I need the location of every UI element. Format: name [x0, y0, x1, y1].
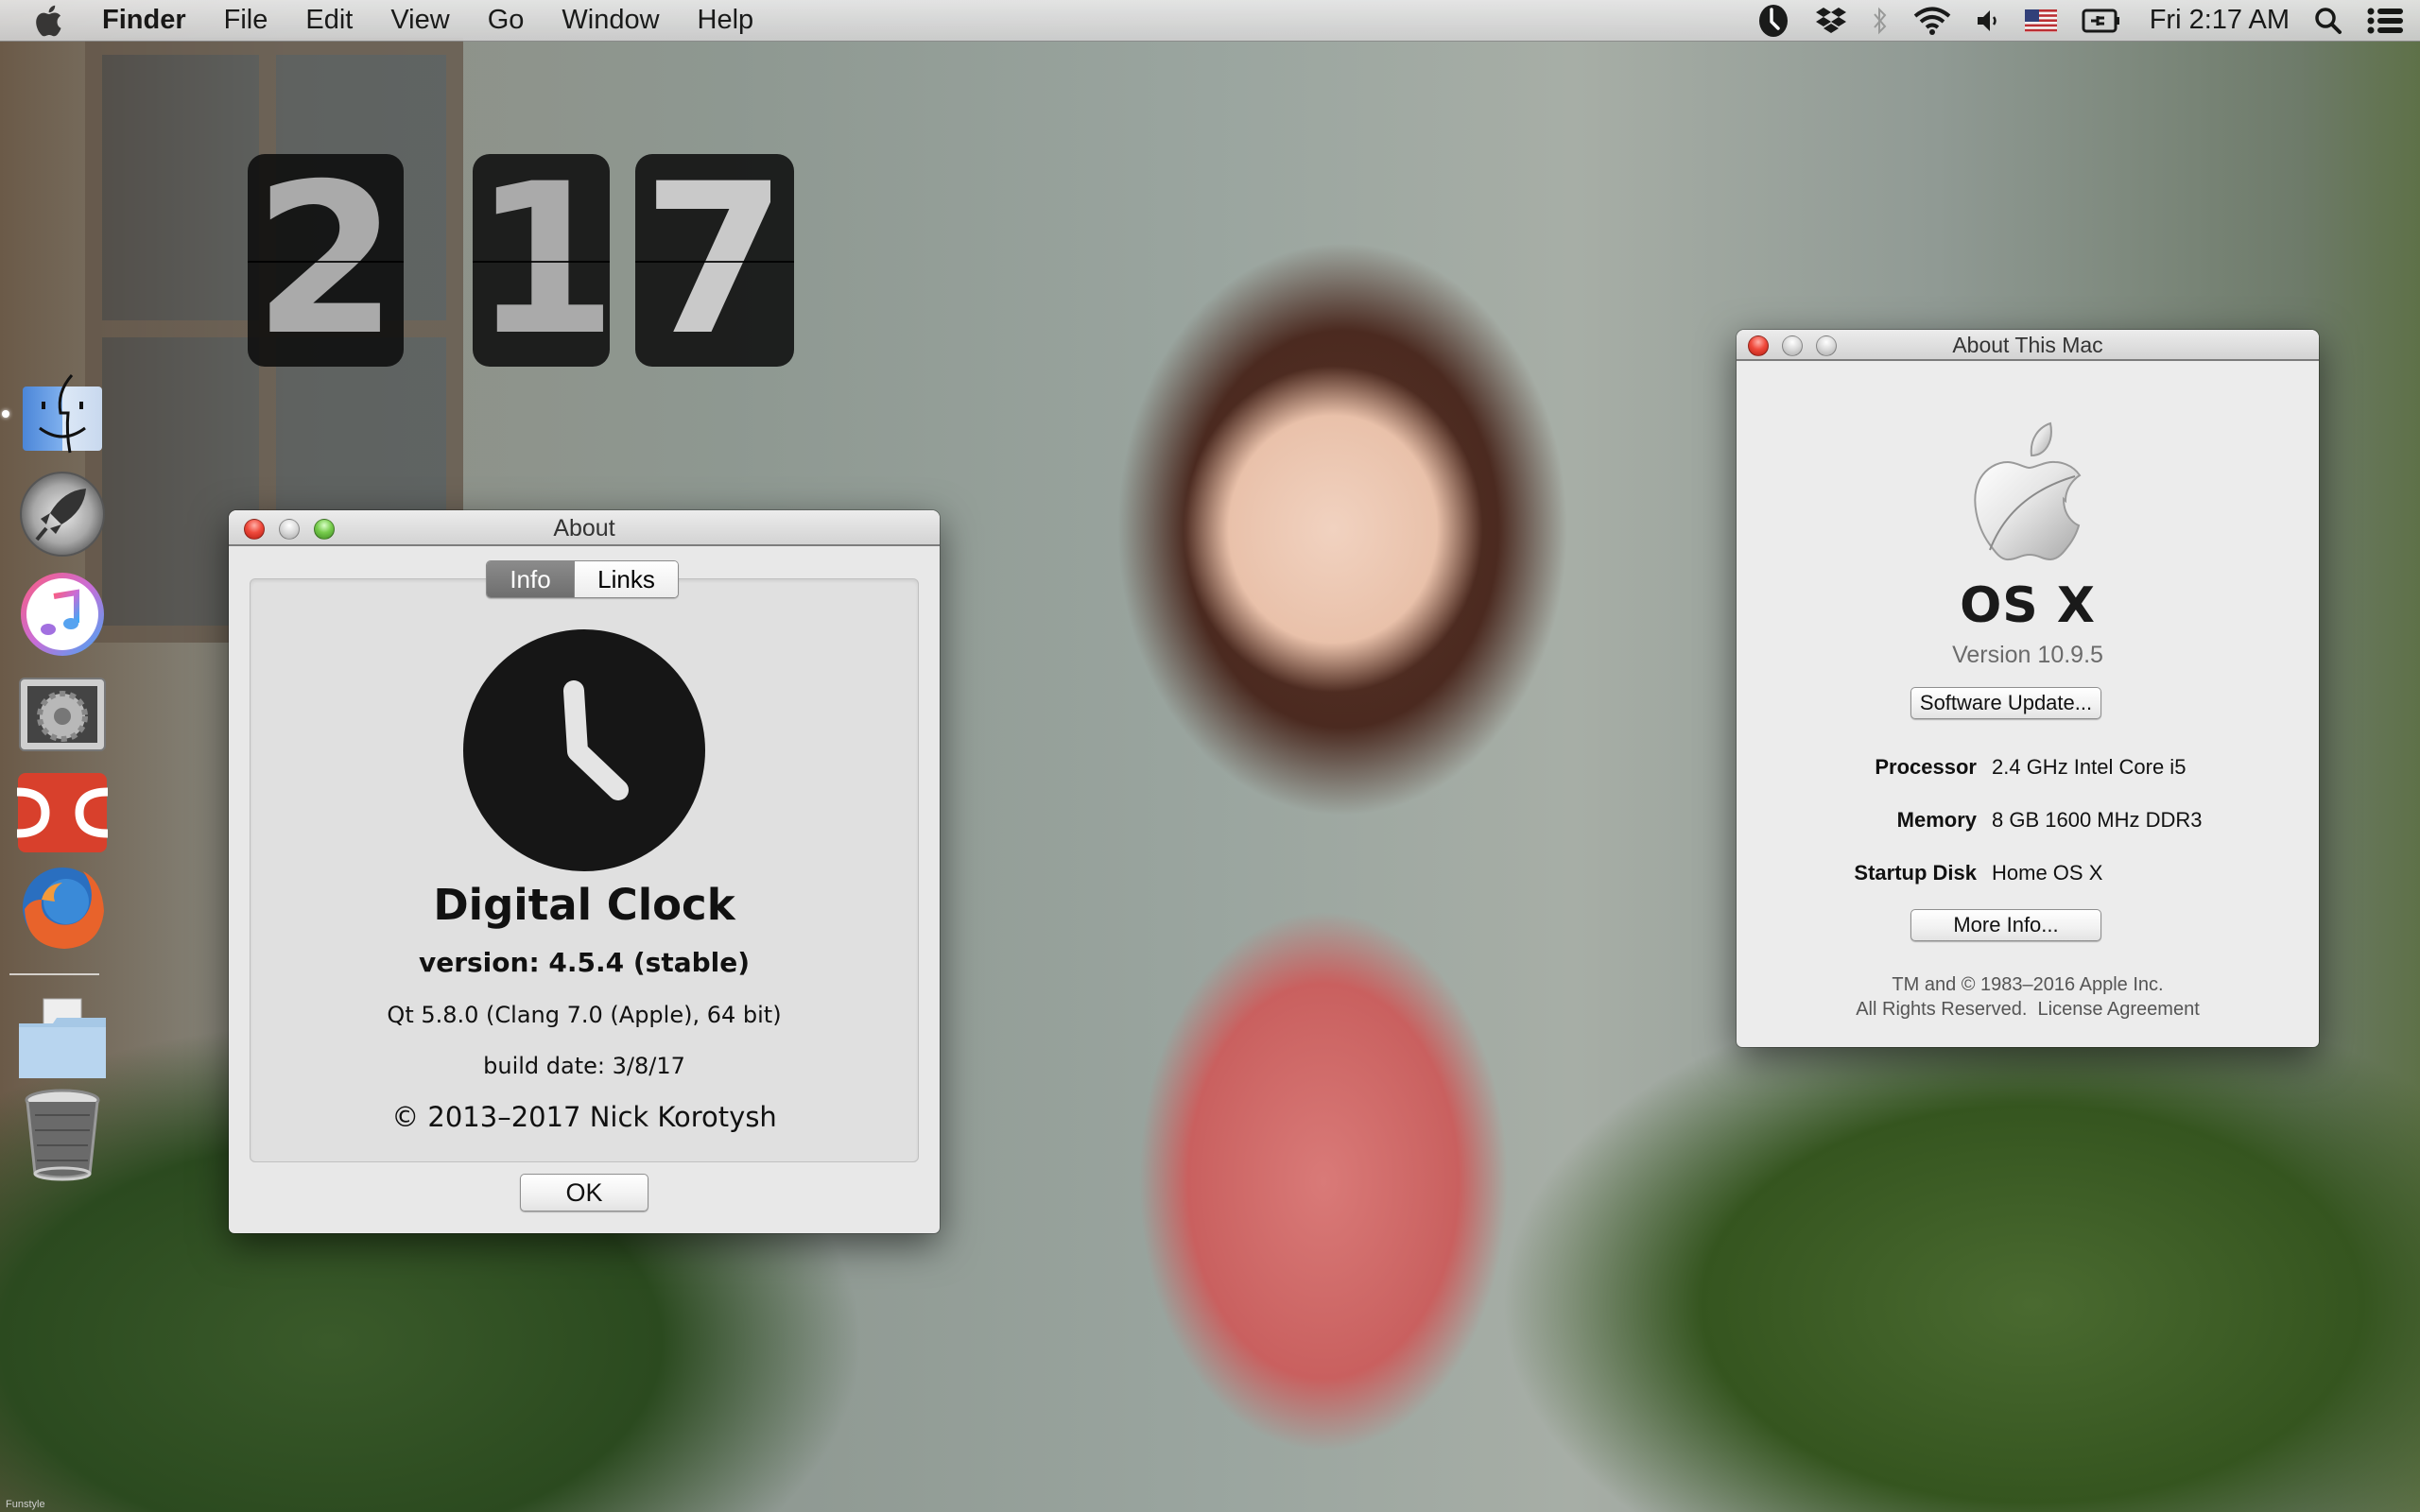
software-update-button[interactable]: Software Update... [1910, 687, 2101, 719]
build-date: build date: 3/8/17 [483, 1053, 685, 1079]
clock-minute-ones-digit: 7 [635, 154, 794, 367]
about-this-mac-title: About This Mac [1952, 333, 2103, 357]
ok-button[interactable]: OK [520, 1174, 648, 1211]
about-title-bar[interactable]: About [229, 510, 940, 546]
minimize-button[interactable] [1782, 335, 1803, 356]
dock-item-doxie[interactable] [17, 767, 108, 858]
us-flag-input-icon[interactable] [2024, 9, 2057, 32]
apple-logo-icon [1974, 421, 2082, 561]
dropbox-icon[interactable] [1815, 5, 1847, 37]
rights-reserved: All Rights Reserved. [1856, 999, 2028, 1020]
spec-label: Memory [1896, 808, 1977, 832]
running-indicator [2, 410, 9, 418]
license-agreement-link[interactable]: License Agreement [2038, 999, 2200, 1020]
menu-go[interactable]: Go [488, 5, 525, 36]
dock-item-itunes[interactable] [17, 569, 108, 660]
spec-value: Home OS X [1992, 861, 2103, 885]
search-icon[interactable] [2314, 7, 2342, 35]
dock-item-documents-folder[interactable] [17, 992, 108, 1083]
app-title: Digital Clock [433, 880, 735, 930]
tab-bar: Info Links [486, 560, 679, 598]
menu-bar: Finder File Edit View Go Window Help Fri… [0, 0, 2420, 42]
about-window-title: About [553, 515, 615, 541]
dock-item-firefox[interactable] [17, 862, 108, 953]
about-dialog: About Info Links Digital Clock version: … [229, 510, 940, 1233]
clock-hour-digit: 2 [248, 154, 404, 367]
os-name: OS X [1960, 577, 2096, 634]
menu-edit[interactable]: Edit [305, 5, 353, 36]
trash-icon [25, 1089, 100, 1181]
watermark: Funstyle [6, 1499, 45, 1510]
volume-icon[interactable] [1976, 7, 2000, 35]
menubar-clock[interactable]: Fri 2:17 AM [2150, 5, 2290, 36]
dock-item-system-preferences[interactable] [17, 669, 108, 760]
about-this-mac-window: About This Mac OS X Version 10.9.5 Softw… [1737, 330, 2319, 1047]
minimize-button[interactable] [279, 519, 300, 540]
tab-info[interactable]: Info [487, 561, 574, 597]
legal-text: TM and © 1983–2016 Apple Inc. All Rights… [1737, 972, 2319, 1022]
menu-window[interactable]: Window [562, 5, 659, 36]
folder-icon [19, 998, 106, 1078]
digital-clock-icon[interactable] [1756, 4, 1790, 38]
firefox-icon [23, 868, 104, 949]
close-button[interactable] [244, 519, 265, 540]
menu-app-finder[interactable]: Finder [102, 5, 186, 36]
doxie-icon [17, 773, 108, 852]
wifi-icon[interactable] [1913, 6, 1951, 36]
app-version: version: 4.5.4 (stable) [418, 947, 751, 978]
music-note-icon [21, 573, 104, 656]
spec-value: 8 GB 1600 MHz DDR3 [1992, 808, 2203, 832]
tab-links[interactable]: Links [574, 561, 678, 597]
menu-view[interactable]: View [390, 5, 449, 36]
close-button[interactable] [1748, 335, 1769, 356]
zoom-button[interactable] [1816, 335, 1837, 356]
menu-help[interactable]: Help [698, 5, 754, 36]
battery-charging-icon[interactable] [2082, 8, 2121, 34]
dock-separator [9, 973, 99, 975]
legal-line-2: All Rights Reserved. License Agreement [1737, 997, 2319, 1022]
clock-minute-tens-digit: 1 [473, 154, 610, 367]
dock-item-trash[interactable] [17, 1089, 108, 1181]
os-version: Version 10.9.5 [1952, 642, 2103, 668]
spec-label: Startup Disk [1854, 861, 1977, 885]
desktop-flip-clock[interactable]: 2 1 7 [248, 154, 794, 367]
menu-file[interactable]: File [224, 5, 268, 36]
about-this-mac-title-bar[interactable]: About This Mac [1737, 330, 2319, 361]
finder-icon [23, 374, 102, 454]
more-info-button[interactable]: More Info... [1910, 909, 2101, 941]
list-icon[interactable] [2367, 8, 2403, 34]
legal-line-1: TM and © 1983–2016 Apple Inc. [1892, 974, 2164, 995]
dock [0, 359, 123, 1210]
dock-item-finder[interactable] [17, 369, 108, 459]
bluetooth-icon[interactable] [1872, 6, 1889, 36]
spec-value: 2.4 GHz Intel Core i5 [1992, 755, 2187, 779]
digital-clock-logo-icon [463, 629, 705, 871]
gear-icon [19, 678, 106, 751]
copyright: © 2013–2017 Nick Korotysh [391, 1101, 777, 1133]
dock-item-launchpad[interactable] [17, 469, 108, 559]
zoom-button[interactable] [314, 519, 335, 540]
qt-info: Qt 5.8.0 (Clang 7.0 (Apple), 64 bit) [387, 1002, 782, 1028]
apple-logo-icon[interactable] [34, 5, 72, 37]
spec-label: Processor [1875, 755, 1977, 779]
rocket-icon [20, 472, 105, 557]
